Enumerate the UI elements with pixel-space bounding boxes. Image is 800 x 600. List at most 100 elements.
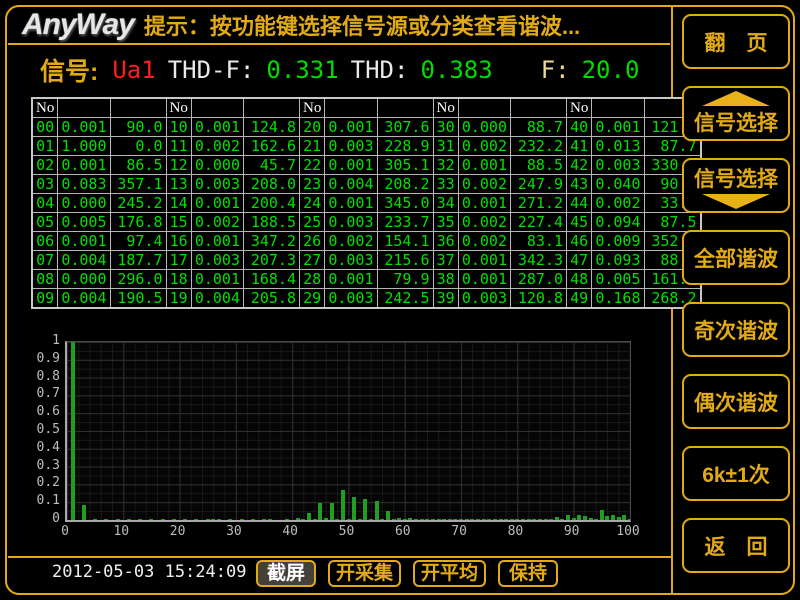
- harmonic-no-cell: 47: [567, 251, 592, 270]
- mag-cell: 0.005: [592, 270, 644, 289]
- harmonic-bar-21: [183, 519, 187, 520]
- even-harmonics-button[interactable]: 偶次谐波: [682, 374, 790, 429]
- harmonic-no-cell: 17: [166, 251, 191, 270]
- signal-select-up-button[interactable]: 信号选择: [682, 86, 790, 141]
- harmonic-bar-78: [504, 519, 508, 520]
- mag-cell: 0.083: [58, 175, 110, 194]
- all-harmonics-button[interactable]: 全部谐波: [682, 230, 790, 285]
- harmonic-bar-100: [628, 519, 631, 520]
- 6k1-harmonics-button[interactable]: 6k±1次: [682, 446, 790, 501]
- screenshot-button[interactable]: 截屏: [256, 560, 316, 587]
- col-header-no: No: [32, 98, 58, 118]
- y-axis-tick-label: 0.2: [26, 475, 60, 490]
- harmonic-bar-39: [285, 519, 289, 520]
- phase-cell: 83.1: [511, 232, 567, 251]
- harmonic-bar-44: [313, 519, 317, 520]
- table-row: 060.00197.4160.001347.2260.002154.1360.0…: [32, 232, 701, 251]
- odd-harmonics-button[interactable]: 奇次谐波: [682, 302, 790, 357]
- harmonic-no-cell: 42: [567, 156, 592, 175]
- mag-cell: 0.000: [58, 270, 110, 289]
- harmonic-bar-56: [380, 519, 384, 520]
- col-header-phase: Phase: [244, 98, 300, 118]
- phase-cell: 187.7: [110, 251, 166, 270]
- harmonic-bar-53: [363, 499, 367, 520]
- harmonic-bar-41: [296, 518, 300, 520]
- harmonic-bar-67: [442, 519, 446, 520]
- mag-cell: 0.001: [325, 156, 377, 175]
- harmonic-bar-17: [161, 519, 165, 520]
- harmonic-bar-95: [600, 510, 604, 520]
- table-row: 040.000245.2140.001200.4240.001345.0340.…: [32, 194, 701, 213]
- harmonic-bar-43: [307, 513, 311, 520]
- return-button[interactable]: 返 回: [682, 518, 790, 573]
- mag-cell: 0.003: [458, 289, 510, 309]
- signal-select-down-button[interactable]: 信号选择: [682, 158, 790, 213]
- harmonic-bar-65: [431, 519, 435, 520]
- y-axis-tick-label: 0.4: [26, 440, 60, 455]
- harmonics-data-table: NoMagPhaseNoMagPhaseNoMagPhaseNoMagPhase…: [31, 97, 702, 309]
- sidebar-button-label: 信号选择: [694, 163, 778, 193]
- harmonic-no-cell: 06: [32, 232, 58, 251]
- harmonic-bar-19: [172, 519, 176, 520]
- table-row: 030.083357.1130.003208.0230.004208.2330.…: [32, 175, 701, 194]
- thdf-value: 0.331: [266, 56, 338, 84]
- mag-cell: 0.001: [325, 118, 377, 137]
- col-header-mag: Mag: [58, 98, 110, 118]
- harmonic-bar-1: [71, 342, 75, 520]
- mag-cell: 0.040: [592, 175, 644, 194]
- mag-cell: 0.001: [458, 194, 510, 213]
- harmonic-bar-62: [414, 519, 418, 520]
- x-axis-tick-label: 50: [330, 524, 364, 539]
- harmonic-no-cell: 46: [567, 232, 592, 251]
- frequency-label: F:: [541, 56, 570, 84]
- signal-info-row: 信号: Ua1 THD-F: 0.331 THD: 0.383 F: 20.0: [8, 48, 670, 92]
- phase-cell: 215.6: [377, 251, 433, 270]
- phase-cell: 232.2: [511, 137, 567, 156]
- mag-cell: 0.004: [325, 175, 377, 194]
- harmonic-bar-50: [347, 519, 351, 520]
- table-row: 070.004187.7170.003207.3270.003215.6370.…: [32, 251, 701, 270]
- harmonic-bar-73: [476, 519, 480, 520]
- phase-cell: 245.2: [110, 194, 166, 213]
- harmonic-bar-81: [521, 519, 525, 520]
- sidebar-button-label: 翻 页: [705, 27, 768, 57]
- phase-cell: 207.3: [244, 251, 300, 270]
- sidebar-button-label: 奇次谐波: [694, 315, 778, 345]
- table-row: 080.000296.0180.001168.4280.00179.9380.0…: [32, 270, 701, 289]
- page-turn-button[interactable]: 翻 页: [682, 14, 790, 69]
- mag-cell: 0.003: [191, 175, 243, 194]
- phase-cell: 97.4: [110, 232, 166, 251]
- phase-cell: 162.6: [244, 137, 300, 156]
- mag-cell: 0.093: [592, 251, 644, 270]
- phase-cell: 190.5: [110, 289, 166, 309]
- harmonic-bar-48: [335, 519, 339, 520]
- chart-plot-area: [65, 341, 631, 522]
- thdf-label: THD-F:: [168, 56, 255, 84]
- harmonic-bar-75: [487, 519, 491, 520]
- harmonic-no-cell: 24: [300, 194, 325, 213]
- mag-cell: 0.001: [458, 251, 510, 270]
- phase-cell: 242.5: [377, 289, 433, 309]
- y-axis-tick-label: 0.7: [26, 386, 60, 401]
- harmonic-bar-13: [138, 519, 142, 520]
- harmonic-bar-71: [465, 519, 469, 520]
- x-axis-tick-label: 60: [386, 524, 420, 539]
- harmonic-bar-72: [470, 519, 474, 520]
- harmonic-no-cell: 20: [300, 118, 325, 137]
- harmonic-bar-58: [392, 519, 396, 520]
- mag-cell: 0.001: [191, 118, 243, 137]
- hold-button[interactable]: 保持: [498, 560, 558, 587]
- harmonic-bar-97: [611, 515, 615, 520]
- sidebar-button-label: 6k±1次: [702, 459, 770, 489]
- harmonic-no-cell: 45: [567, 213, 592, 232]
- sidebar-button-label: 偶次谐波: [694, 387, 778, 417]
- mag-cell: 0.001: [325, 194, 377, 213]
- start-averaging-button[interactable]: 开平均: [413, 560, 486, 587]
- mag-cell: 0.002: [458, 213, 510, 232]
- x-axis-tick-label: 20: [161, 524, 195, 539]
- mag-cell: 0.168: [592, 289, 644, 309]
- start-acquisition-button[interactable]: 开采集: [328, 560, 401, 587]
- mag-cell: 0.000: [58, 194, 110, 213]
- mag-cell: 0.001: [58, 118, 110, 137]
- harmonic-no-cell: 40: [567, 118, 592, 137]
